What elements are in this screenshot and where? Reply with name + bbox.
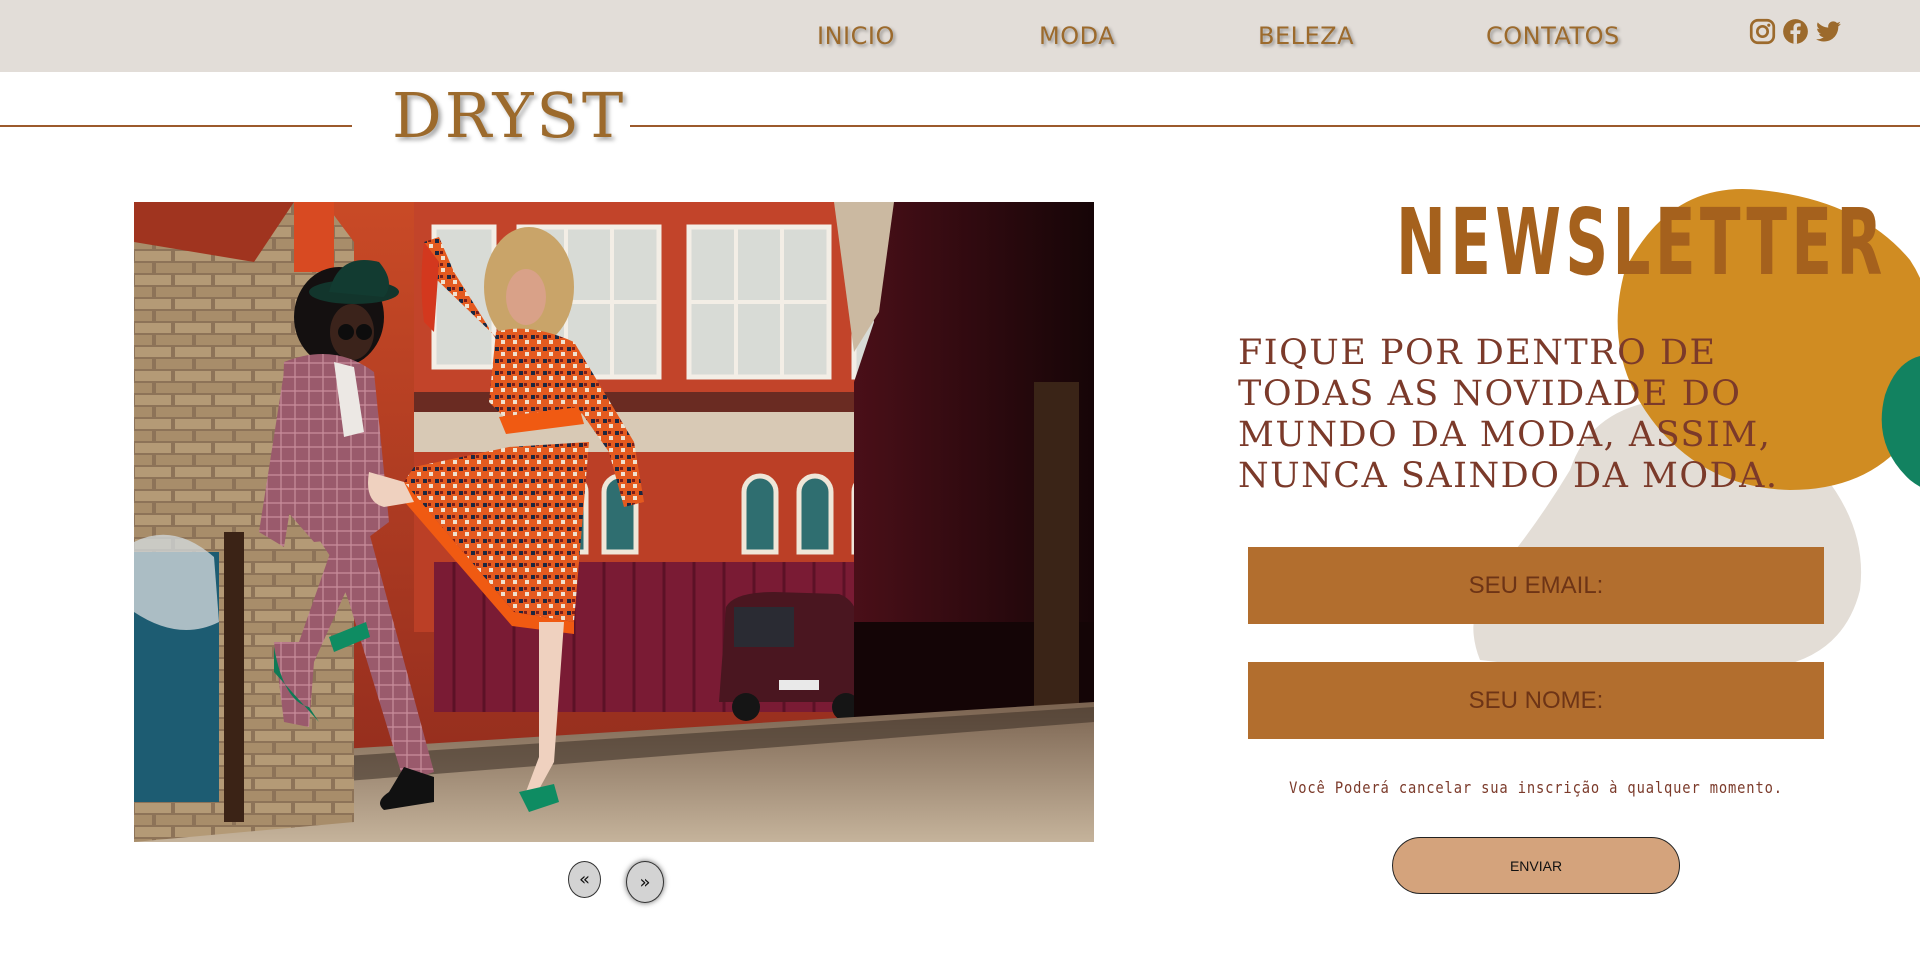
facebook-icon[interactable] [1782, 18, 1809, 45]
nav-link-moda[interactable]: MODA [1039, 20, 1115, 52]
brand-divider-left [0, 125, 352, 127]
email-field[interactable] [1248, 547, 1824, 624]
instagram-icon[interactable] [1749, 18, 1776, 45]
nav-link-contatos[interactable]: CONTATOS [1486, 20, 1620, 52]
submit-button[interactable]: ENVIAR [1392, 837, 1680, 894]
brand-divider-right [630, 125, 1920, 127]
newsletter-description: FIQUE POR DENTRO DE TODAS AS NOVIDADE DO… [1238, 333, 1779, 496]
top-navbar: INICIO MODA BELEZA CONTATOS [0, 0, 1920, 72]
twitter-icon[interactable] [1815, 18, 1842, 45]
unsubscribe-note: Você Poderá cancelar sua inscrição à qua… [1289, 778, 1783, 797]
name-field[interactable] [1248, 662, 1824, 739]
carousel-prev-button[interactable]: « [568, 861, 601, 898]
carousel-next-button[interactable]: » [626, 861, 664, 903]
hero-fashion-photo [134, 202, 1094, 842]
newsletter-title: NEWSLETTER [1396, 189, 1887, 296]
brand-logo[interactable]: DRYST [392, 78, 626, 154]
nav-link-beleza[interactable]: BELEZA [1258, 20, 1354, 52]
nav-link-inicio[interactable]: INICIO [817, 20, 895, 52]
